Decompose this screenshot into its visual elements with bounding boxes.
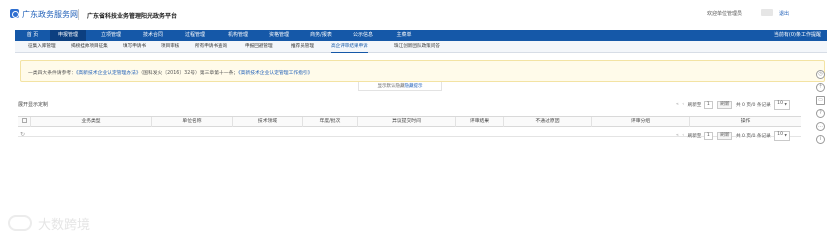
nav-item-qualification[interactable]: 资格管理: [261, 30, 297, 41]
nav-item-contract[interactable]: 技术合同: [135, 30, 171, 41]
page-size-select[interactable]: 10 ▾: [774, 131, 790, 141]
subnav-item-avoidance[interactable]: 申报回避管理: [245, 41, 273, 53]
subnav-item-qa[interactable]: 珠江创新团队政策问答: [394, 41, 440, 53]
subnav-item-recommender[interactable]: 推荐员管理: [291, 41, 314, 53]
page-number-input[interactable]: 1: [703, 131, 713, 140]
col-business-type[interactable]: 业务类型: [30, 117, 151, 127]
subnav-item-review[interactable]: 项目审核: [161, 41, 179, 53]
user-name-badge: [761, 9, 773, 16]
col-fail-reason[interactable]: 不通过原因: [503, 117, 591, 127]
notice-panel: 一类四大条件请参考：《高新技术企业认定管理办法》（国科发火〔2016〕32号）第…: [20, 60, 825, 82]
page-number-input[interactable]: 1: [703, 100, 713, 109]
table-header: 业务类型 单位名称 技术领域 年度/批次 异议提交时间 评审结果 不通过原因 评…: [18, 116, 801, 127]
clock-icon[interactable]: ◷: [816, 70, 825, 79]
main-nav: 首 页 申报管理 立项管理 技术合同 过程管理 机构管理 资格管理 商务/报表 …: [15, 30, 827, 41]
prev-page-icon[interactable]: ‹: [682, 102, 684, 107]
gd-logo-icon: [10, 9, 19, 18]
col-review-group[interactable]: 评审分组: [591, 117, 689, 127]
pager-bottom: « ‹ 刷新至 1 刷新 共 0 页/0 条记录 10 ▾: [676, 131, 790, 141]
column-custom-toggle[interactable]: 展开显示定制: [18, 101, 48, 108]
subnav-item-appeal[interactable]: 高企评审结果申诉: [331, 41, 368, 53]
subnav-item-collection[interactable]: 征集入库管理: [28, 41, 56, 53]
nav-item-public[interactable]: 公示信息: [345, 30, 381, 41]
col-review-result[interactable]: 评审结果: [455, 117, 503, 127]
select-all-checkbox[interactable]: [21, 118, 27, 123]
guideline-link[interactable]: 《高新技术企业认定管理工作指引》: [238, 71, 312, 76]
pager-go-button[interactable]: 刷新: [717, 131, 733, 140]
sub-nav: 征集入库管理 揭榜挂帅项目征集 填写申请书 项目审核 所有申请书查询 申报回避管…: [15, 41, 827, 53]
col-unit-name[interactable]: 单位名称: [151, 117, 232, 127]
pager-refresh-label: 刷新至: [687, 133, 702, 139]
notice-text: 一类四大条件请参考：《高新技术企业认定管理办法》（国科发火〔2016〕32号）第…: [28, 69, 313, 76]
page-size-value: 10: [777, 132, 784, 137]
help-icon[interactable]: ?: [816, 109, 825, 118]
work-reminder[interactable]: 当前有(0)条工作提醒: [774, 30, 821, 41]
pager-go-button[interactable]: 刷新: [717, 100, 733, 109]
header-divider: [78, 9, 79, 20]
chat-icon[interactable]: …: [816, 122, 825, 131]
pager-total: 共 0 页/0 条记录: [735, 133, 771, 139]
nav-item-apply[interactable]: 申报管理: [50, 30, 86, 41]
first-page-icon[interactable]: «: [676, 102, 679, 107]
welcome-text: 欢迎单位管理员: [707, 11, 743, 17]
site-logo-text[interactable]: 广东政务服务网: [22, 9, 78, 20]
hide-tip-link[interactable]: 隐藏提示: [405, 84, 423, 89]
pager-refresh-label: 刷新至: [687, 102, 702, 108]
pager-total: 共 0 页/0 条记录: [735, 102, 771, 108]
pager-top: « ‹ 刷新至 1 刷新 共 0 页/0 条记录 10 ▾: [676, 100, 790, 110]
prev-page-icon[interactable]: ‹: [682, 133, 684, 138]
refresh-icon[interactable]: ↻: [20, 131, 25, 138]
platform-title: 广东省科技业务管理阳光政务平台: [87, 13, 178, 20]
col-year-batch[interactable]: 年度/批次: [302, 117, 357, 127]
watermark-logo-icon: [8, 215, 32, 231]
notice-prefix: 一类四大条件请参考：: [28, 71, 76, 76]
nav-item-process[interactable]: 过程管理: [177, 30, 213, 41]
info-icon[interactable]: i: [816, 135, 825, 144]
notice-middle: （国科发火〔2016〕32号）第三章第十一条；: [140, 71, 239, 76]
col-tech-field[interactable]: 技术领域: [232, 117, 302, 127]
col-objection-time[interactable]: 异议提交时间: [357, 117, 455, 127]
page-header: 广东政务服务网 广东省科技业务管理阳光政务平台 欢迎单位管理员 退出: [0, 0, 830, 30]
page-size-value: 10: [777, 101, 784, 106]
toggle-tip: 显示默认隐藏隐藏提示: [358, 82, 442, 91]
page-size-select[interactable]: 10 ▾: [774, 100, 790, 110]
col-actions[interactable]: 操作: [689, 117, 801, 127]
subnav-item-fill-form[interactable]: 填写申请书: [123, 41, 146, 53]
regulation-link[interactable]: 《高新技术企业认定管理办法》: [76, 71, 141, 76]
toggle-prefix: 显示默认隐藏: [377, 84, 405, 89]
nav-item-org[interactable]: 机构管理: [220, 30, 256, 41]
nav-item-main-menu[interactable]: 主菜单: [387, 30, 421, 41]
nav-item-project[interactable]: 立项管理: [93, 30, 129, 41]
top-icon[interactable]: ⇡: [816, 83, 825, 92]
watermark-text: 大数跨境: [38, 218, 91, 233]
subnav-item-bounty[interactable]: 揭榜挂帅项目征集: [71, 41, 108, 53]
nav-item-home[interactable]: 首 页: [15, 30, 50, 41]
subnav-item-query[interactable]: 所有申请书查询: [195, 41, 227, 53]
logout-link[interactable]: 退出: [779, 10, 789, 17]
col-checkbox[interactable]: [18, 117, 30, 127]
screen-icon[interactable]: ▭: [816, 96, 825, 105]
nav-item-report[interactable]: 商务/报表: [302, 30, 340, 41]
first-page-icon[interactable]: «: [676, 133, 679, 138]
